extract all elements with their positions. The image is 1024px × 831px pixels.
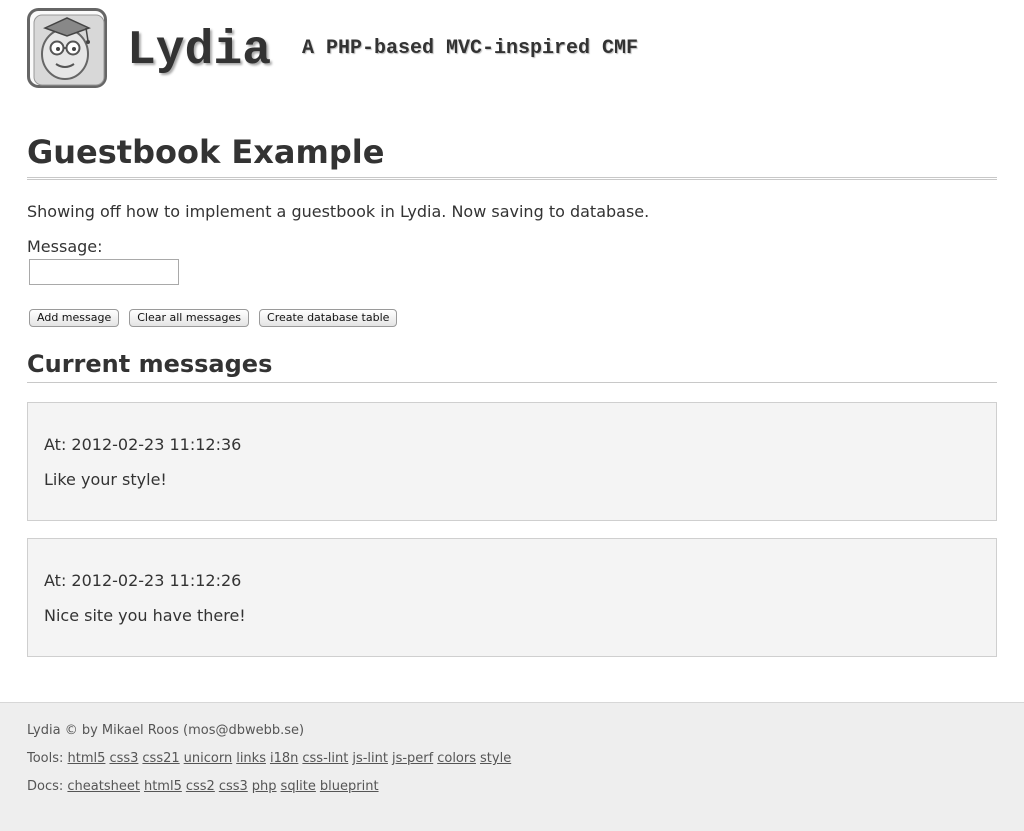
message-input[interactable] (29, 259, 179, 285)
messages-list: At: 2012-02-23 11:12:36 Like your style!… (27, 402, 997, 657)
page: Lydia A PHP-based MVC-inspired CMF Guest… (0, 0, 1024, 831)
message-item: At: 2012-02-23 11:12:36 Like your style! (27, 402, 997, 521)
tools-label: Tools: (27, 751, 64, 766)
footer-tools: Tools: html5 css3 css21 unicorn links i18n css… (27, 750, 997, 768)
main-content: Guestbook Example Showing off how to imp… (27, 130, 997, 674)
tools-link-unicorn[interactable]: unicorn (184, 751, 233, 766)
site-footer: Lydia © by Mikael Roos (mos@dbwebb.se) T… (0, 702, 1024, 831)
tools-link-html5[interactable]: html5 (68, 751, 106, 766)
page-title: Guestbook Example (27, 130, 997, 180)
message-item: At: 2012-02-23 11:12:26 Nice site you ha… (27, 538, 997, 657)
docs-link-blueprint[interactable]: blueprint (320, 779, 379, 794)
docs-label: Docs: (27, 779, 64, 794)
message-text: Like your style! (44, 470, 167, 489)
tools-link-links[interactable]: links (236, 751, 266, 766)
tools-link-colors[interactable]: colors (437, 751, 476, 766)
tools-link-js-lint[interactable]: js-lint (352, 751, 388, 766)
tools-link-css21[interactable]: css21 (142, 751, 179, 766)
docs-link-css3[interactable]: css3 (219, 779, 248, 794)
site-header: Lydia A PHP-based MVC-inspired CMF (27, 8, 997, 88)
intro-text: Showing off how to implement a guestbook… (27, 202, 650, 221)
tools-link-css3[interactable]: css3 (109, 751, 138, 766)
footer-copyright: Lydia © by Mikael Roos (mos@dbwebb.se) (27, 723, 305, 738)
docs-link-css2[interactable]: css2 (186, 779, 215, 794)
message-text: Nice site you have there! (44, 606, 246, 625)
tools-link-css-lint[interactable]: css-lint (302, 751, 348, 766)
tools-link-js-perf[interactable]: js-perf (392, 751, 433, 766)
messages-heading: Current messages (27, 349, 997, 383)
docs-link-sqlite[interactable]: sqlite (281, 779, 316, 794)
site-slogan: A PHP-based MVC-inspired CMF (302, 37, 639, 60)
docs-link-cheatsheet[interactable]: cheatsheet (67, 779, 140, 794)
message-timestamp: At: 2012-02-23 11:12:36 (44, 435, 242, 454)
docs-links: cheatsheet html5 css2 css3 php sqlite blueprin… (67, 779, 382, 794)
guestbook-form: Message: Add message Clear all messages … (27, 237, 997, 327)
tools-link-style[interactable]: style (480, 751, 511, 766)
message-label: Message: (27, 237, 103, 256)
tools-link-i18n[interactable]: i18n (270, 751, 298, 766)
message-timestamp: At: 2012-02-23 11:12:26 (44, 571, 242, 590)
docs-link-php[interactable]: php (252, 779, 277, 794)
tools-links: html5 css3 css21 unicorn links i18n css-lint js… (68, 751, 516, 766)
create-database-table-button[interactable]: Create database table (259, 309, 398, 327)
add-message-button[interactable]: Add message (29, 309, 120, 327)
form-buttons: Add message Clear all messages Create da… (29, 309, 997, 327)
lydia-logo-icon (27, 8, 107, 88)
docs-link-html5[interactable]: html5 (144, 779, 182, 794)
site-title[interactable]: Lydia (127, 25, 271, 77)
footer-docs: Docs: cheatsheet html5 css2 css3 php sqlite bl… (27, 778, 997, 796)
clear-all-messages-button[interactable]: Clear all messages (129, 309, 250, 327)
